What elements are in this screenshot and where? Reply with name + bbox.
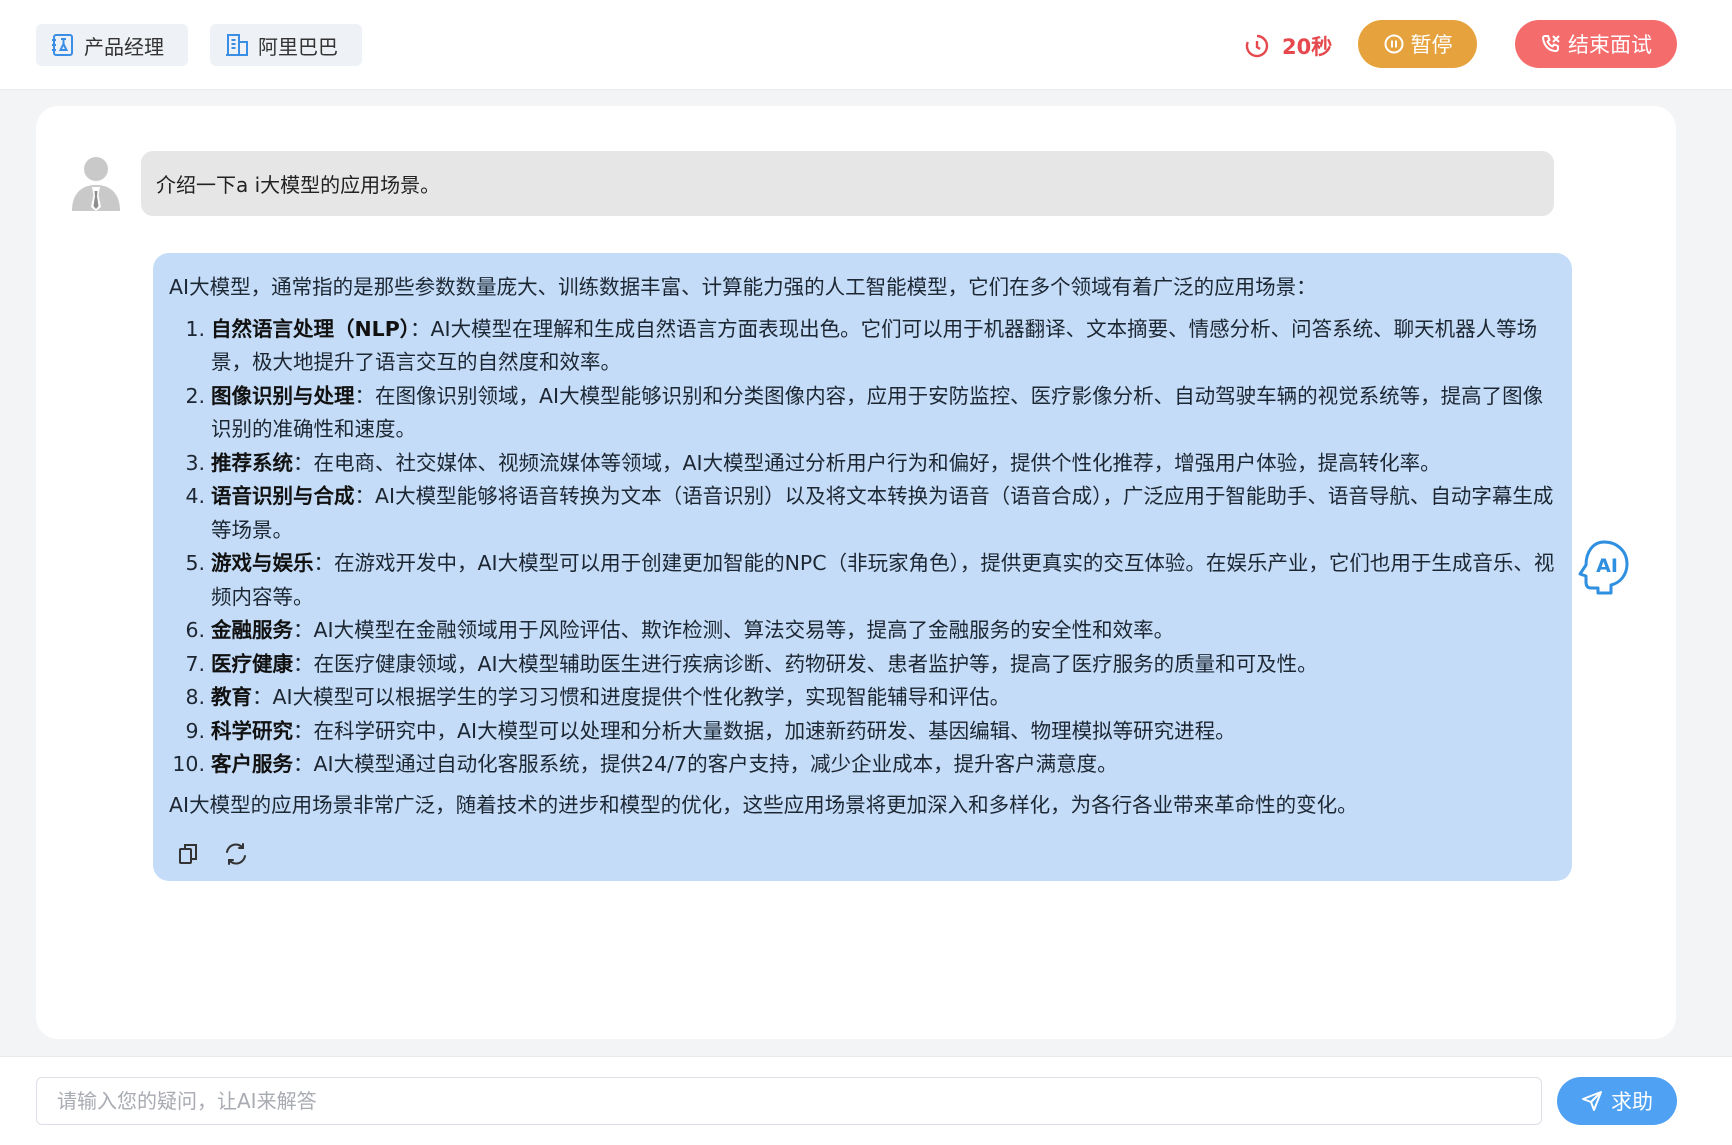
countdown-timer: 20秒 (1244, 28, 1332, 64)
send-icon (1582, 1091, 1602, 1111)
badge-icon (52, 34, 73, 56)
pause-label: 暂停 (1410, 33, 1453, 57)
role-label: 产品经理 (84, 34, 164, 59)
building-icon (226, 34, 248, 56)
ask-label: 求助 (1611, 1090, 1653, 1114)
role-chip: 产品经理 (36, 24, 188, 66)
question-input[interactable] (36, 1077, 1542, 1125)
ask-button[interactable]: 求助 (1557, 1077, 1677, 1125)
list-item: 10. 客户服务：AI大模型通过自动化客服系统，提供24/7的客户支持，减少企业成… (172, 752, 1118, 776)
ai-message-actions (175, 841, 249, 867)
ai-response-bubble: AI大模型，通常指的是那些参数数量庞大、训练数据丰富、计算能力强的人工智能模型，… (153, 253, 1572, 881)
user-message-bubble: 介绍一下a i大模型的应用场景。 (141, 151, 1554, 216)
user-avatar (72, 157, 120, 211)
list-item: 6. 金融服务：AI大模型在金融领域用于风险评估、欺诈检测、算法交易等，提高了金融… (185, 618, 1175, 642)
end-interview-button[interactable]: 结束面试 (1515, 20, 1677, 68)
top-bar: 产品经理 阿里巴巴 20秒 暂停 结束面试 (0, 0, 1732, 90)
list-item: 7. 医疗健康：在医疗健康领域，AI大模型辅助医生进行疾病诊断、药物研发、患者监护… (185, 651, 1318, 676)
copy-button[interactable] (175, 841, 201, 867)
pause-circle-icon (1384, 34, 1403, 54)
company-label: 阿里巴巴 (258, 34, 338, 59)
list-item: 9. 科学研究：在科学研究中，AI大模型可以处理和分析大量数据，加速新药研发、基因… (185, 718, 1236, 743)
copy-icon (179, 844, 197, 864)
clock-icon (1245, 34, 1269, 58)
ai-avatar-text: AI (1596, 555, 1618, 577)
ai-outro-text: AI大模型的应用场景非常广泛，随着技术的进步和模型的优化，这些应用场景将更加深入… (169, 792, 1358, 817)
phone-hangup-icon (1542, 35, 1560, 52)
user-message-text: 介绍一下a i大模型的应用场景。 (156, 173, 441, 197)
list-item: 4. 语音识别与合成：AI大模型能够将语音转换为文本（语音识别）以及将文本转换为语… (185, 484, 1554, 542)
list-item: 1. 自然语言处理（NLP）：AI大模型在理解和生成自然语言方面表现出色。它们可以… (185, 316, 1538, 375)
company-chip: 阿里巴巴 (210, 24, 362, 66)
ai-assistant-icon: AI (1578, 540, 1629, 595)
list-item: 2. 图像识别与处理：在图像识别领域，AI大模型能够识别和分类图像内容，应用于安防… (185, 383, 1544, 442)
ai-intro-text: AI大模型，通常指的是那些参数数量庞大、训练数据丰富、计算能力强的人工智能模型，… (169, 275, 1317, 299)
list-item: 3. 推荐系统：在电商、社交媒体、视频流媒体等领域，AI大模型通过分析用户行为和偏… (185, 450, 1441, 475)
list-item: 5. 游戏与娱乐：在游戏开发中，AI大模型可以用于创建更加智能的NPC（非玩家角色… (185, 551, 1555, 609)
end-label: 结束面试 (1568, 33, 1652, 57)
timer-text: 20秒 (1282, 35, 1333, 59)
ai-scenario-list: 1. 自然语言处理（NLP）：AI大模型在理解和生成自然语言方面表现出色。它们可以… (169, 313, 1556, 782)
refresh-icon (226, 843, 246, 865)
list-item: 8. 教育：AI大模型可以根据学生的学习习惯和进度提供个性化教学，实现智能辅导和评… (185, 685, 1011, 709)
pause-button[interactable]: 暂停 (1358, 20, 1477, 68)
regenerate-button[interactable] (223, 841, 249, 867)
